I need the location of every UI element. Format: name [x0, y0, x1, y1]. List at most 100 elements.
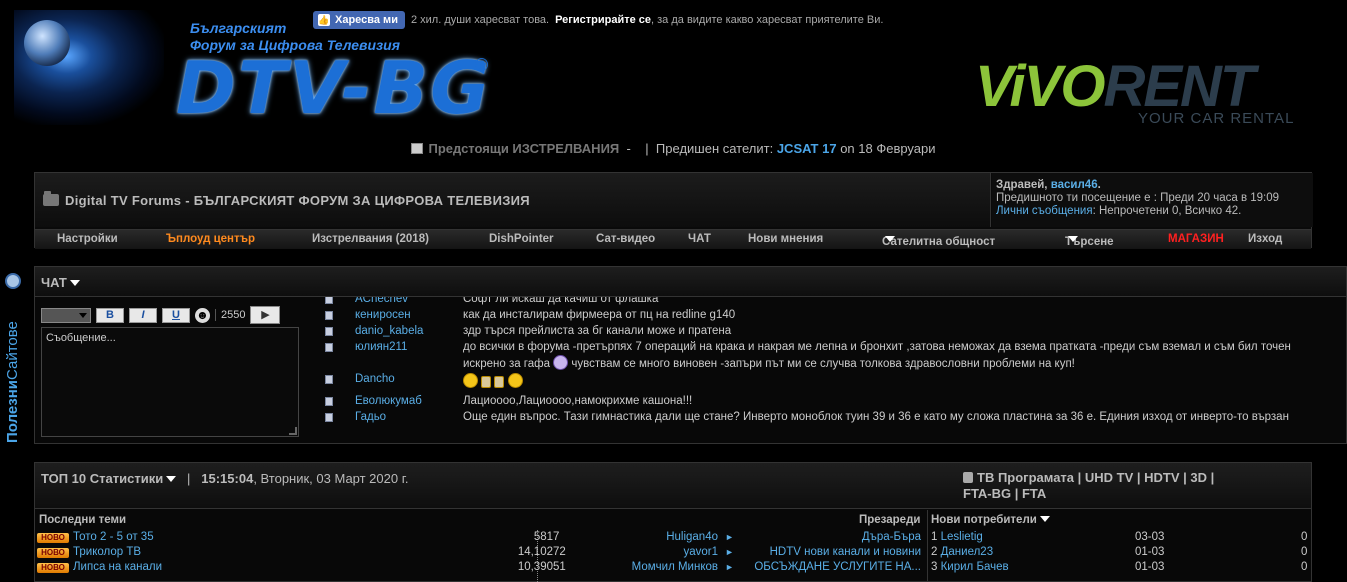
send-button[interactable]: ▶	[250, 306, 281, 324]
facebook-suffix: , за да видите какво харесват приятелите…	[651, 14, 884, 26]
facebook-register-link[interactable]: Регистрирайте се	[555, 14, 651, 26]
nav-sat-community-label: Сателитна общност	[882, 236, 996, 248]
chat-user-link[interactable]: кенирoсен	[355, 309, 411, 321]
forum-title-cell: Digital TV Forums - БЪЛГАРСКИЯТ ФОРУМ ЗА…	[35, 173, 991, 227]
image-icon	[411, 143, 424, 154]
topic-link[interactable]: Триколор ТВ	[73, 546, 141, 558]
table-row: НОВО Тото 2 - 5 от 35 581 7 Huligan4o ► …	[35, 531, 1311, 546]
message-bullet-icon	[325, 327, 333, 336]
new-user-posts: 0	[1301, 546, 1308, 558]
tv-icon	[963, 472, 973, 483]
chevron-down-icon	[1068, 236, 1078, 242]
new-user-index: 3	[931, 561, 938, 573]
chat-box: ЧАТ B I U ☻ 2550 ▶ Съобщение... ACnechev…	[34, 266, 1347, 444]
topic-link[interactable]: Тото 2 - 5 от 35	[73, 531, 154, 543]
nav-upload-center[interactable]: Ъплоуд център	[166, 233, 255, 245]
message-bullet-icon	[325, 297, 333, 304]
new-user-link[interactable]: Даниел23	[941, 546, 993, 558]
forum-link[interactable]: Дъра-Бъра	[735, 531, 921, 543]
new-user-posts: 0	[1301, 531, 1308, 543]
nav-sat-video[interactable]: Сат-видео	[596, 233, 655, 245]
new-user-index: 2	[931, 546, 938, 558]
site-logo-text[interactable]: DTV-BG	[176, 52, 491, 124]
new-user-link[interactable]: Leslietig	[941, 531, 983, 543]
poster-link[interactable]: yavor1	[595, 546, 718, 558]
new-user-entry: 1 Leslietig	[931, 531, 983, 543]
chat-message-text: здр търся прейлиста за бг канали може и …	[463, 325, 732, 337]
greeting-end: .	[1097, 179, 1101, 191]
new-users-header[interactable]: Нови потребители	[931, 510, 1050, 530]
chevron-down-icon	[1039, 516, 1050, 522]
reload-link[interactable]: Презареди	[859, 510, 920, 530]
beer-icon	[481, 376, 492, 388]
views-count: 7	[553, 531, 560, 543]
username-link[interactable]: васил46	[1051, 179, 1098, 191]
poster-link[interactable]: Huligan4o	[595, 531, 718, 543]
useful-sites-label-2: Сайтове	[4, 321, 21, 380]
tv-program-line2[interactable]: FTA-BG | FTA	[963, 486, 1046, 501]
forum-link[interactable]: HDTV нови канали и новини	[735, 546, 921, 558]
new-user-link[interactable]: Кирил Бачев	[941, 561, 1009, 573]
table-row: НОВО Триколор ТВ 14,102 72 yavor1 ► HDTV…	[35, 546, 1311, 561]
tv-program-line1[interactable]: ТВ Програмата | UHD TV | HDTV | 3D |	[977, 470, 1214, 485]
user-info-panel: Здравей, васил46. Предишното ти посещени…	[992, 173, 1313, 227]
chat-message-input[interactable]: Съобщение...	[41, 327, 299, 437]
main-navbar: Настройки Ъплоуд център Изстрелвания (20…	[35, 229, 1311, 249]
chat-header[interactable]: ЧАТ	[35, 267, 1346, 297]
useful-sites-label: ПолезниСайтове	[0, 294, 26, 470]
facebook-like-button[interactable]: 👍 Харесва ми	[313, 11, 405, 29]
upcoming-launches-link[interactable]: Предстоящи ИЗСТРЕЛВАНИЯ	[428, 141, 619, 156]
topic-link[interactable]: Липса на канали	[73, 561, 162, 573]
nav-settings[interactable]: Настройки	[57, 233, 118, 245]
font-color-select[interactable]	[41, 307, 91, 323]
globe-icon	[5, 273, 21, 289]
nav-shop[interactable]: МАГАЗИН	[1168, 233, 1224, 245]
chat-user-link[interactable]: ACnechev	[355, 297, 408, 305]
nav-chat[interactable]: ЧАТ	[688, 233, 711, 245]
chevron-down-icon	[885, 236, 895, 242]
chat-user-link[interactable]: danio_kabela	[355, 325, 423, 337]
nav-logout[interactable]: Изход	[1248, 233, 1282, 245]
chat-message-text: Софт ли искаш да качиш от флашка	[463, 297, 659, 305]
new-user-date: 03-03	[1135, 531, 1165, 543]
resize-grip-icon[interactable]	[289, 427, 297, 435]
facebook-like-count: 2 хил. души харесват това.	[410, 14, 550, 26]
nav-new-posts[interactable]: Нови мнения	[748, 233, 823, 245]
chat-log[interactable]: ACnechev Софт ли искаш да качиш от флашк…	[307, 297, 1347, 443]
previous-satellite-link[interactable]: JCSAT 17	[777, 141, 837, 156]
underline-button[interactable]: U	[162, 307, 190, 323]
chat-user-link[interactable]: Еволюкумаб	[355, 395, 422, 407]
message-bullet-icon	[325, 397, 333, 406]
ad-brand-vivo: ViVO	[975, 54, 1105, 119]
smiley-icon[interactable]: ☻	[195, 307, 210, 323]
bold-button[interactable]: B	[96, 307, 124, 323]
forum-link[interactable]: ОБСЪЖДАНЕ УСЛУГИТЕ НА...	[735, 561, 921, 573]
chat-user-link[interactable]: юлиян211	[355, 341, 407, 353]
views-count: 72	[553, 546, 566, 558]
launch-separator: |	[645, 141, 649, 156]
poster-link[interactable]: Момчил Минков	[595, 561, 718, 573]
chevron-down-icon[interactable]	[166, 476, 177, 482]
chat-user-link[interactable]: Гадьо	[355, 411, 386, 423]
launch-dash: -	[626, 141, 631, 156]
facebook-like-bar: 👍 Харесва ми 2 хил. души харесват това. …	[313, 10, 883, 30]
vivorent-ad-banner[interactable]: ViVORENT YOUR CAR RENTAL	[975, 58, 1335, 130]
nav-launches[interactable]: Изстрелвания (2018)	[312, 233, 429, 245]
useful-sites-label-1: Полезни	[4, 379, 21, 443]
tv-program-links[interactable]: ТВ Програмата | UHD TV | HDTV | 3D | FTA…	[963, 470, 1283, 502]
private-messages-link[interactable]: Лични съобщения	[996, 205, 1093, 217]
chevron-down-icon[interactable]	[69, 280, 80, 286]
nav-dishpointer[interactable]: DishPointer	[489, 233, 554, 245]
stats-header: ТОП 10 Статистики | 15:15:04, Вторник, 0…	[35, 463, 1311, 509]
forum-title[interactable]: Digital TV Forums - БЪЛГАРСКИЯТ ФОРУМ ЗА…	[65, 193, 530, 208]
greeting-text: Здравей,	[996, 179, 1048, 191]
stats-title[interactable]: ТОП 10 Статистики	[41, 471, 163, 486]
italic-button[interactable]: I	[129, 307, 157, 323]
chat-user-link[interactable]: Dancho	[355, 373, 395, 385]
chat-toolbar: B I U ☻ 2550 ▶	[41, 305, 281, 325]
useful-sites-tab[interactable]: ПолезниСайтове	[0, 270, 26, 470]
message-bullet-icon	[325, 375, 333, 384]
message-bullet-icon	[325, 413, 333, 422]
globe-image	[14, 10, 164, 125]
stats-title-bar: ТОП 10 Статистики | 15:15:04, Вторник, 0…	[41, 471, 408, 486]
